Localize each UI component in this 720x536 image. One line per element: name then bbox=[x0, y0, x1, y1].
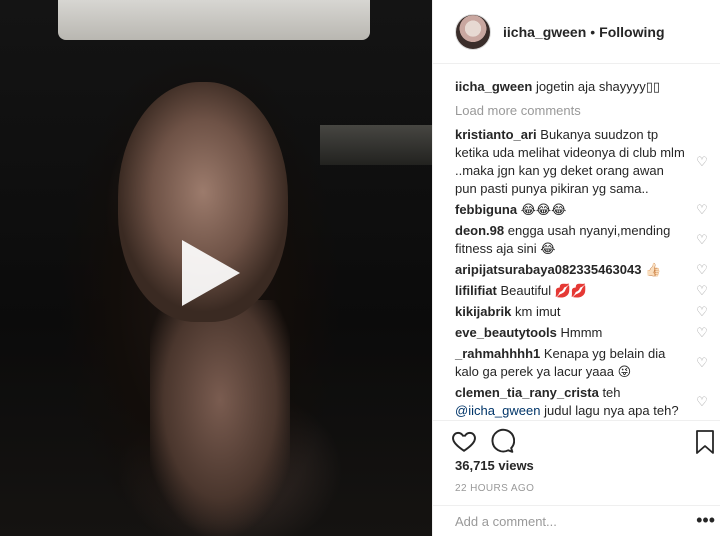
car-sun-visor bbox=[58, 0, 370, 40]
video-player[interactable] bbox=[0, 0, 432, 536]
heart-icon[interactable]: ♡ bbox=[695, 284, 709, 298]
comment-text: Hmmm bbox=[560, 325, 603, 340]
list-item: deon.98 engga usah nyanyi,mending fitnes… bbox=[455, 222, 713, 258]
car-window bbox=[320, 125, 432, 165]
more-icon[interactable]: ••• bbox=[696, 510, 715, 531]
comment-username[interactable]: kristianto_ari bbox=[455, 127, 537, 142]
heart-icon[interactable]: ♡ bbox=[695, 305, 709, 319]
comment-username[interactable]: kikijabrik bbox=[455, 304, 511, 319]
comment-mention[interactable]: @iicha_gween bbox=[455, 403, 540, 418]
load-more-comments-button[interactable]: Load more comments bbox=[455, 102, 713, 120]
comment-input[interactable] bbox=[455, 513, 675, 529]
post-actions bbox=[433, 420, 720, 460]
list-item: clemen_tia_rany_crista teh @iicha_gween … bbox=[455, 384, 713, 420]
heart-icon[interactable]: ♡ bbox=[695, 203, 709, 217]
post-sidebar: iicha_gween • Following iicha_gween joge… bbox=[432, 0, 720, 536]
view-count[interactable]: 36,715 views bbox=[455, 458, 534, 473]
heart-icon[interactable] bbox=[451, 428, 477, 454]
comment-username[interactable]: _rahmahhhh1 bbox=[455, 346, 540, 361]
post-header: iicha_gween • Following bbox=[433, 0, 720, 64]
comment-text-continued: judul lagu nya apa teh? bbox=[544, 403, 679, 418]
heart-icon[interactable]: ♡ bbox=[695, 155, 709, 169]
heart-icon[interactable]: ♡ bbox=[695, 326, 709, 340]
comment-text: 😂😂😂 bbox=[520, 202, 567, 217]
post-timestamp[interactable]: 22 HOURS AGO bbox=[455, 483, 534, 494]
heart-icon[interactable]: ♡ bbox=[695, 233, 709, 247]
list-item: kikijabrik km imut ♡ bbox=[455, 303, 713, 321]
header-separator: • bbox=[590, 23, 596, 40]
list-item: lifilifiat Beautiful 💋💋 ♡ bbox=[455, 282, 713, 300]
comment-username[interactable]: febbiguna bbox=[455, 202, 517, 217]
list-item: _rahmahhhh1 Kenapa yg belain dia kalo ga… bbox=[455, 345, 713, 381]
list-item: aripijatsurabaya082335463043 👍🏻 ♡ bbox=[455, 261, 713, 279]
comment-text: 👍🏻 bbox=[645, 262, 662, 277]
comment-username[interactable]: deon.98 bbox=[455, 223, 504, 238]
avatar[interactable] bbox=[455, 13, 491, 50]
header-username[interactable]: iicha_gween bbox=[503, 24, 586, 40]
play-icon[interactable] bbox=[182, 240, 240, 306]
comment-text: Beautiful 💋💋 bbox=[500, 283, 588, 298]
add-comment-bar: ••• bbox=[433, 505, 720, 536]
post-caption: iicha_gween jogetin aja shayyyy▯▯ bbox=[455, 78, 713, 96]
comment-username[interactable]: lifilifiat bbox=[455, 283, 497, 298]
comment-username[interactable]: aripijatsurabaya082335463043 bbox=[455, 262, 641, 277]
heart-icon[interactable]: ♡ bbox=[695, 356, 709, 370]
bookmark-icon[interactable] bbox=[693, 429, 717, 455]
list-item: kristianto_ari Bukanya suudzon tp ketika… bbox=[455, 126, 713, 198]
comment-username[interactable]: clemen_tia_rany_crista bbox=[455, 385, 599, 400]
caption-text: jogetin aja shayyyy▯▯ bbox=[535, 79, 661, 94]
list-item: febbiguna 😂😂😂 ♡ bbox=[455, 201, 713, 219]
follow-status-button[interactable]: Following bbox=[599, 24, 664, 40]
comment-icon[interactable] bbox=[489, 428, 515, 454]
comment-username[interactable]: eve_beautytools bbox=[455, 325, 557, 340]
person-neck bbox=[150, 300, 290, 536]
heart-icon[interactable]: ♡ bbox=[695, 263, 709, 277]
heart-icon[interactable]: ♡ bbox=[695, 395, 709, 409]
comment-text: teh bbox=[602, 385, 621, 400]
caption-username[interactable]: iicha_gween bbox=[455, 79, 532, 94]
comments-list: iicha_gween jogetin aja shayyyy▯▯ Load m… bbox=[433, 64, 720, 420]
list-item: eve_beautytools Hmmm ♡ bbox=[455, 324, 713, 342]
comment-text: km imut bbox=[515, 304, 561, 319]
